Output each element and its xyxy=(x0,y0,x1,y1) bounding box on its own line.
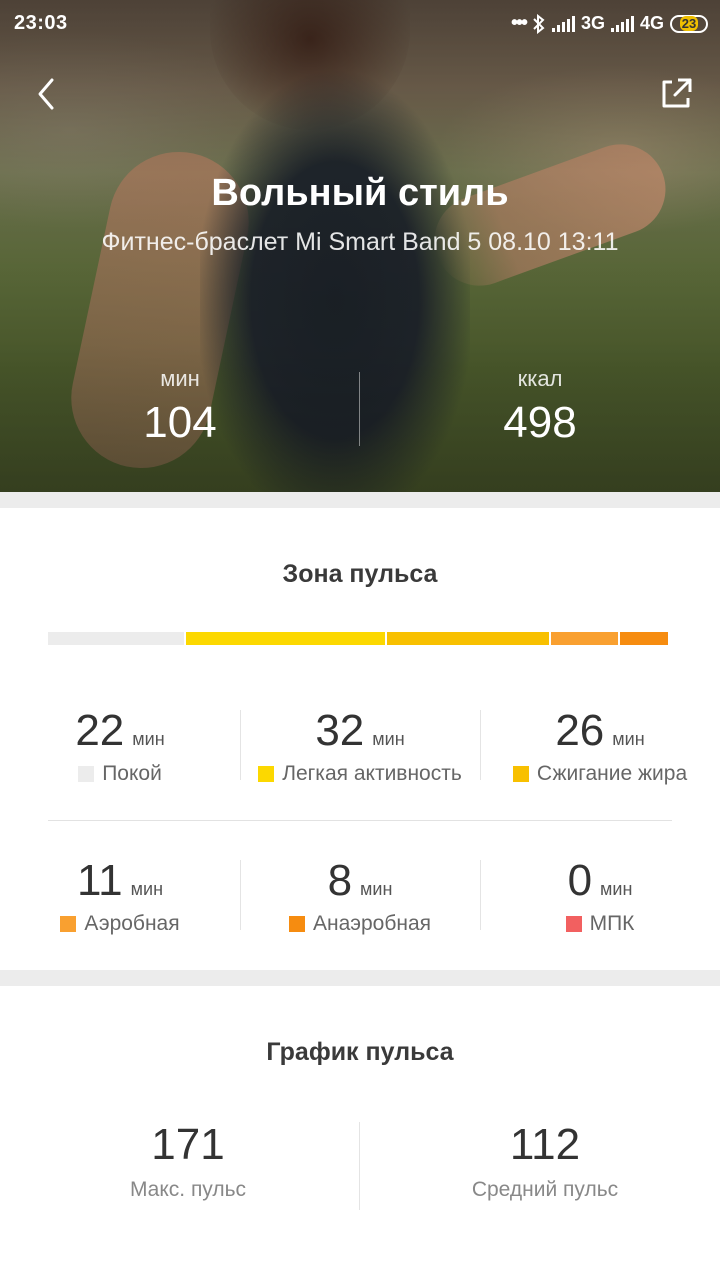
status-icons: ••• 3G 4G 23 xyxy=(511,12,708,35)
chevron-left-icon xyxy=(38,78,54,110)
grid-divider xyxy=(480,710,481,780)
zone-label: Сжигание жира xyxy=(536,762,688,785)
zone-cell: 11 мин Аэробная xyxy=(0,856,240,936)
zone-label-row: Покой xyxy=(0,762,240,786)
zone-label: Покой xyxy=(102,762,162,785)
max-pulse-stat: 171 Макс. пульс xyxy=(8,1120,368,1202)
zone-bar-segment xyxy=(550,632,618,645)
heart-chart-title: График пульса xyxy=(266,1038,454,1066)
zone-bar-segment xyxy=(186,632,386,645)
zone-minutes-unit: мин xyxy=(372,729,405,749)
workout-subtitle: Фитнес-браслет Mi Smart Band 5 08.10 13:… xyxy=(101,228,619,256)
zone-minutes-value: 22 xyxy=(75,706,125,755)
zone-bar-segment xyxy=(619,632,668,645)
zone-label-row: Сжигание жира xyxy=(480,762,720,786)
avg-pulse-label: Средний пульс xyxy=(471,1178,619,1201)
zone-label-row: Анаэробная xyxy=(240,912,480,936)
status-bar: 23:03 ••• 3G 4G 23 xyxy=(0,0,720,48)
zone-color-swatch xyxy=(512,766,529,782)
zone-cell: 32 мин Легкая активность xyxy=(240,706,480,786)
avg-pulse-stat: 112 Средний пульс xyxy=(365,1120,720,1202)
zone-color-swatch xyxy=(60,916,77,932)
zone-color-swatch xyxy=(288,916,305,932)
zone-label: Анаэробная xyxy=(312,912,432,935)
pulse-divider xyxy=(359,1122,360,1210)
zone-minutes-unit: мин xyxy=(360,879,393,899)
signal-icon xyxy=(551,15,575,32)
grid-divider xyxy=(48,820,672,821)
share-button[interactable] xyxy=(656,74,696,114)
zone-label: МПК xyxy=(589,912,635,935)
grid-divider xyxy=(240,860,241,930)
battery-icon: 23 xyxy=(670,14,708,33)
section-separator xyxy=(0,970,720,986)
zone-label: Легкая активность xyxy=(282,762,462,785)
network-3g-label: 3G xyxy=(580,13,605,33)
zone-minutes-value: 11 xyxy=(76,856,123,905)
workout-title: Вольный стиль xyxy=(211,172,509,214)
grid-divider xyxy=(480,860,481,930)
zone-minutes-value: 0 xyxy=(567,856,593,905)
section-separator xyxy=(0,492,720,508)
zone-color-swatch xyxy=(258,766,275,782)
zone-label-row: МПК xyxy=(480,912,720,936)
duration-value: 104 xyxy=(143,398,217,447)
zone-minutes-unit: мин xyxy=(130,879,164,899)
duration-stat: мин 104 xyxy=(0,366,360,448)
calories-unit: ккал xyxy=(517,366,563,391)
duration-unit: мин xyxy=(160,366,200,391)
avg-pulse-value: 112 xyxy=(509,1120,581,1169)
zone-bar-segment xyxy=(387,632,549,645)
calories-value: 498 xyxy=(503,398,577,447)
zone-minutes-value: 8 xyxy=(327,856,353,905)
signal-icon xyxy=(610,15,634,32)
hero-banner: 23:03 ••• 3G 4G 23 Вольный стиль Фитнес-… xyxy=(0,0,720,492)
share-icon xyxy=(662,78,692,108)
more-dots-icon: ••• xyxy=(510,12,528,34)
bluetooth-icon xyxy=(533,13,545,34)
zone-cell: 0 мин МПК xyxy=(480,856,720,936)
zone-cell: 22 мин Покой xyxy=(0,706,240,786)
status-time: 23:03 xyxy=(14,12,68,34)
calories-stat: ккал 498 xyxy=(360,366,720,448)
max-pulse-value: 171 xyxy=(151,1120,225,1169)
zone-label-row: Аэробная xyxy=(0,912,240,936)
network-4g-label: 4G xyxy=(639,13,664,33)
zone-minutes-unit: мин xyxy=(600,879,633,899)
zone-minutes-unit: мин xyxy=(132,729,165,749)
heart-zone-bar xyxy=(48,632,670,645)
zone-label-row: Легкая активность xyxy=(240,762,480,786)
zone-color-swatch xyxy=(565,916,582,932)
grid-divider xyxy=(240,710,241,780)
battery-level: 23 xyxy=(679,16,699,31)
zone-cell: 8 мин Анаэробная xyxy=(240,856,480,936)
zone-cell: 26 мин Сжигание жира xyxy=(480,706,720,786)
zone-label: Аэробная xyxy=(84,912,180,935)
zone-color-swatch xyxy=(78,766,95,782)
heart-zone-title: Зона пульса xyxy=(282,560,438,588)
zone-minutes-unit: мин xyxy=(612,729,645,749)
back-button[interactable] xyxy=(28,72,68,116)
max-pulse-label: Макс. пульс xyxy=(129,1178,247,1201)
zone-minutes-value: 32 xyxy=(315,706,365,755)
zone-bar-segment xyxy=(48,632,185,645)
zone-minutes-value: 26 xyxy=(555,706,605,755)
